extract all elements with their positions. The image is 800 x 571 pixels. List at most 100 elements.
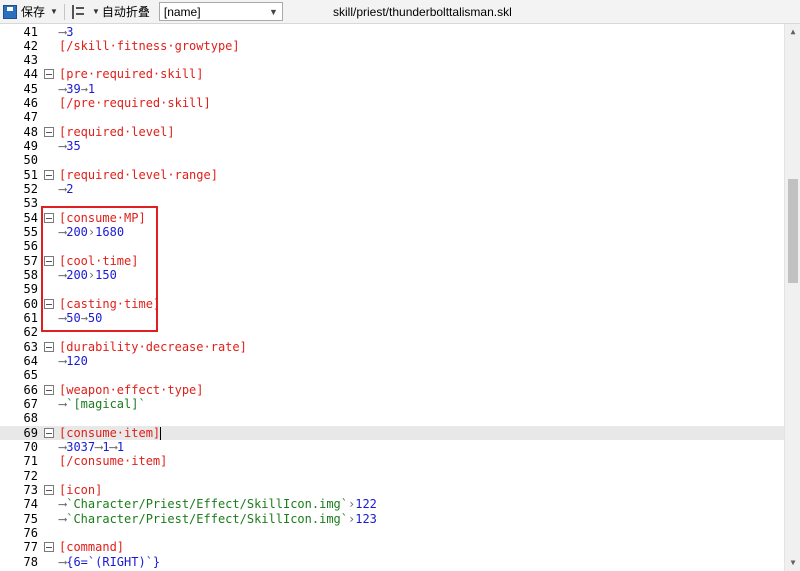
section-tag: [weapon·effect·type]	[59, 382, 204, 397]
line-number: 43	[23, 53, 38, 68]
code-line[interactable]: 54 [consume·MP]	[0, 211, 784, 225]
code-line[interactable]: 59	[0, 282, 784, 296]
vertical-scrollbar[interactable]: ▲ ▼	[784, 24, 800, 571]
save-dropdown-arrow-icon[interactable]: ▼	[50, 7, 58, 16]
numeric-value: 200	[66, 268, 88, 283]
code-line[interactable]: 48 [required·level]	[0, 125, 784, 139]
numeric-value: 122	[355, 497, 377, 512]
section-tag: [pre·required·skill]	[59, 67, 204, 82]
collapse-icon[interactable]	[44, 169, 54, 180]
string-value: `[magical]`	[66, 397, 146, 412]
code-line[interactable]: 65	[0, 368, 784, 382]
section-tag: [durability·decrease·rate]	[59, 339, 247, 354]
code-line[interactable]: 71 [/consume·item]	[0, 454, 784, 468]
code-line[interactable]: 78 ⟶{6=`(RIGHT)`}	[0, 555, 784, 569]
line-number: 61	[23, 311, 38, 326]
line-content: ⟶2	[59, 182, 73, 196]
code-line[interactable]: 75 ⟶`Character/Priest/Effect/SkillIcon.im…	[0, 512, 784, 526]
collapse-icon[interactable]	[44, 384, 54, 395]
line-content: ⟶`[magical]`	[59, 397, 146, 411]
collapse-icon[interactable]	[44, 485, 54, 496]
code-line[interactable]: 56	[0, 239, 784, 253]
code-line[interactable]: 67 ⟶`[magical]`	[0, 397, 784, 411]
code-editor[interactable]: 41 ⟶3 42 [/skill·fitness·growtype] 43 44 [pre·…	[0, 24, 784, 571]
code-line[interactable]: 73 [icon]	[0, 483, 784, 497]
code-line[interactable]: 63 [durability·decrease·rate]	[0, 340, 784, 354]
name-combo-box[interactable]: [name] ▼	[158, 2, 283, 21]
line-number: 42	[23, 38, 38, 53]
line-number: 70	[23, 440, 38, 455]
line-number: 74	[23, 497, 38, 512]
line-number: 72	[23, 468, 38, 483]
line-number: 60	[23, 296, 38, 311]
fold-dropdown-arrow-icon[interactable]: ▼	[92, 7, 100, 16]
code-line[interactable]: 44 [pre·required·skill]	[0, 67, 784, 81]
code-line[interactable]: 53	[0, 196, 784, 210]
code-line[interactable]: 76	[0, 526, 784, 540]
save-button[interactable]: 保存	[0, 2, 48, 22]
collapse-icon[interactable]	[44, 298, 54, 309]
text-cursor	[160, 426, 162, 440]
collapse-icon[interactable]	[44, 126, 54, 137]
code-line[interactable]: 66 [weapon·effect·type]	[0, 383, 784, 397]
code-line[interactable]: 55 ⟶200›1680	[0, 225, 784, 239]
line-number: 50	[23, 153, 38, 168]
code-line[interactable]: 50	[0, 153, 784, 167]
line-number: 78	[23, 554, 38, 569]
numeric-value: 1	[116, 440, 125, 455]
line-content: [/pre·required·skill]	[59, 96, 211, 110]
line-content: [pre·required·skill]	[59, 67, 204, 81]
code-line[interactable]: 52 ⟶2	[0, 182, 784, 196]
numeric-value: 39	[66, 81, 81, 96]
code-line[interactable]: 70 ⟶3037⟶1⟶1	[0, 440, 784, 454]
code-line[interactable]: 57 [cool·time]	[0, 254, 784, 268]
numeric-value: 50	[87, 311, 103, 326]
section-tag: [/pre·required·skill]	[59, 96, 211, 111]
code-line[interactable]: 46 [/pre·required·skill]	[0, 96, 784, 110]
scroll-up-icon[interactable]: ▲	[785, 24, 800, 40]
line-content: [icon]	[59, 483, 102, 497]
collapse-icon[interactable]	[44, 255, 54, 266]
collapse-icon[interactable]	[44, 427, 54, 438]
code-line[interactable]: 43	[0, 53, 784, 67]
scroll-down-icon[interactable]: ▼	[785, 555, 800, 571]
code-line[interactable]: 69 [consume·item]	[0, 425, 784, 441]
line-content: [required·level]	[59, 125, 175, 139]
collapse-icon[interactable]	[44, 542, 54, 553]
code-line[interactable]: 74 ⟶`Character/Priest/Effect/SkillIcon.im…	[0, 497, 784, 511]
code-line[interactable]: 77 [command]	[0, 540, 784, 554]
scrollbar-thumb[interactable]	[788, 179, 798, 283]
code-line[interactable]: 68	[0, 411, 784, 425]
code-line[interactable]: 64 ⟶120	[0, 354, 784, 368]
line-number: 68	[23, 411, 38, 426]
code-line[interactable]: 60 [casting·time]	[0, 297, 784, 311]
line-number: 45	[23, 81, 38, 96]
code-line[interactable]: 51 [required·level·range]	[0, 168, 784, 182]
auto-fold-button[interactable]: ▼ 自动折叠	[69, 2, 153, 22]
line-number: 77	[23, 540, 38, 555]
line-number: 64	[23, 354, 38, 369]
code-line[interactable]: 61 ⟶50→50	[0, 311, 784, 325]
section-tag: [required·level]	[59, 124, 175, 139]
section-tag: [icon]	[59, 483, 103, 498]
collapse-icon[interactable]	[44, 212, 54, 223]
line-content: [/skill·fitness·growtype]	[59, 39, 240, 53]
line-content: ⟶200›150	[59, 268, 117, 282]
tab-arrow: →	[80, 81, 88, 96]
line-content: [command]	[59, 540, 124, 554]
code-line[interactable]: 42 [/skill·fitness·growtype]	[0, 39, 784, 53]
code-line[interactable]: 45 ⟶39→1	[0, 82, 784, 96]
code-line[interactable]: 47	[0, 110, 784, 124]
numeric-value: 2	[66, 182, 74, 197]
collapse-icon[interactable]	[44, 69, 54, 80]
code-line[interactable]: 58 ⟶200›150	[0, 268, 784, 282]
code-line[interactable]: 41 ⟶3	[0, 25, 784, 39]
line-number: 48	[23, 124, 38, 139]
code-line[interactable]: 62	[0, 325, 784, 339]
collapse-icon[interactable]	[44, 341, 54, 352]
numeric-value: 1	[87, 81, 96, 96]
code-line[interactable]: 72	[0, 469, 784, 483]
line-number: 53	[23, 196, 38, 211]
section-tag: [command]	[59, 540, 125, 555]
code-line[interactable]: 49 ⟶35	[0, 139, 784, 153]
